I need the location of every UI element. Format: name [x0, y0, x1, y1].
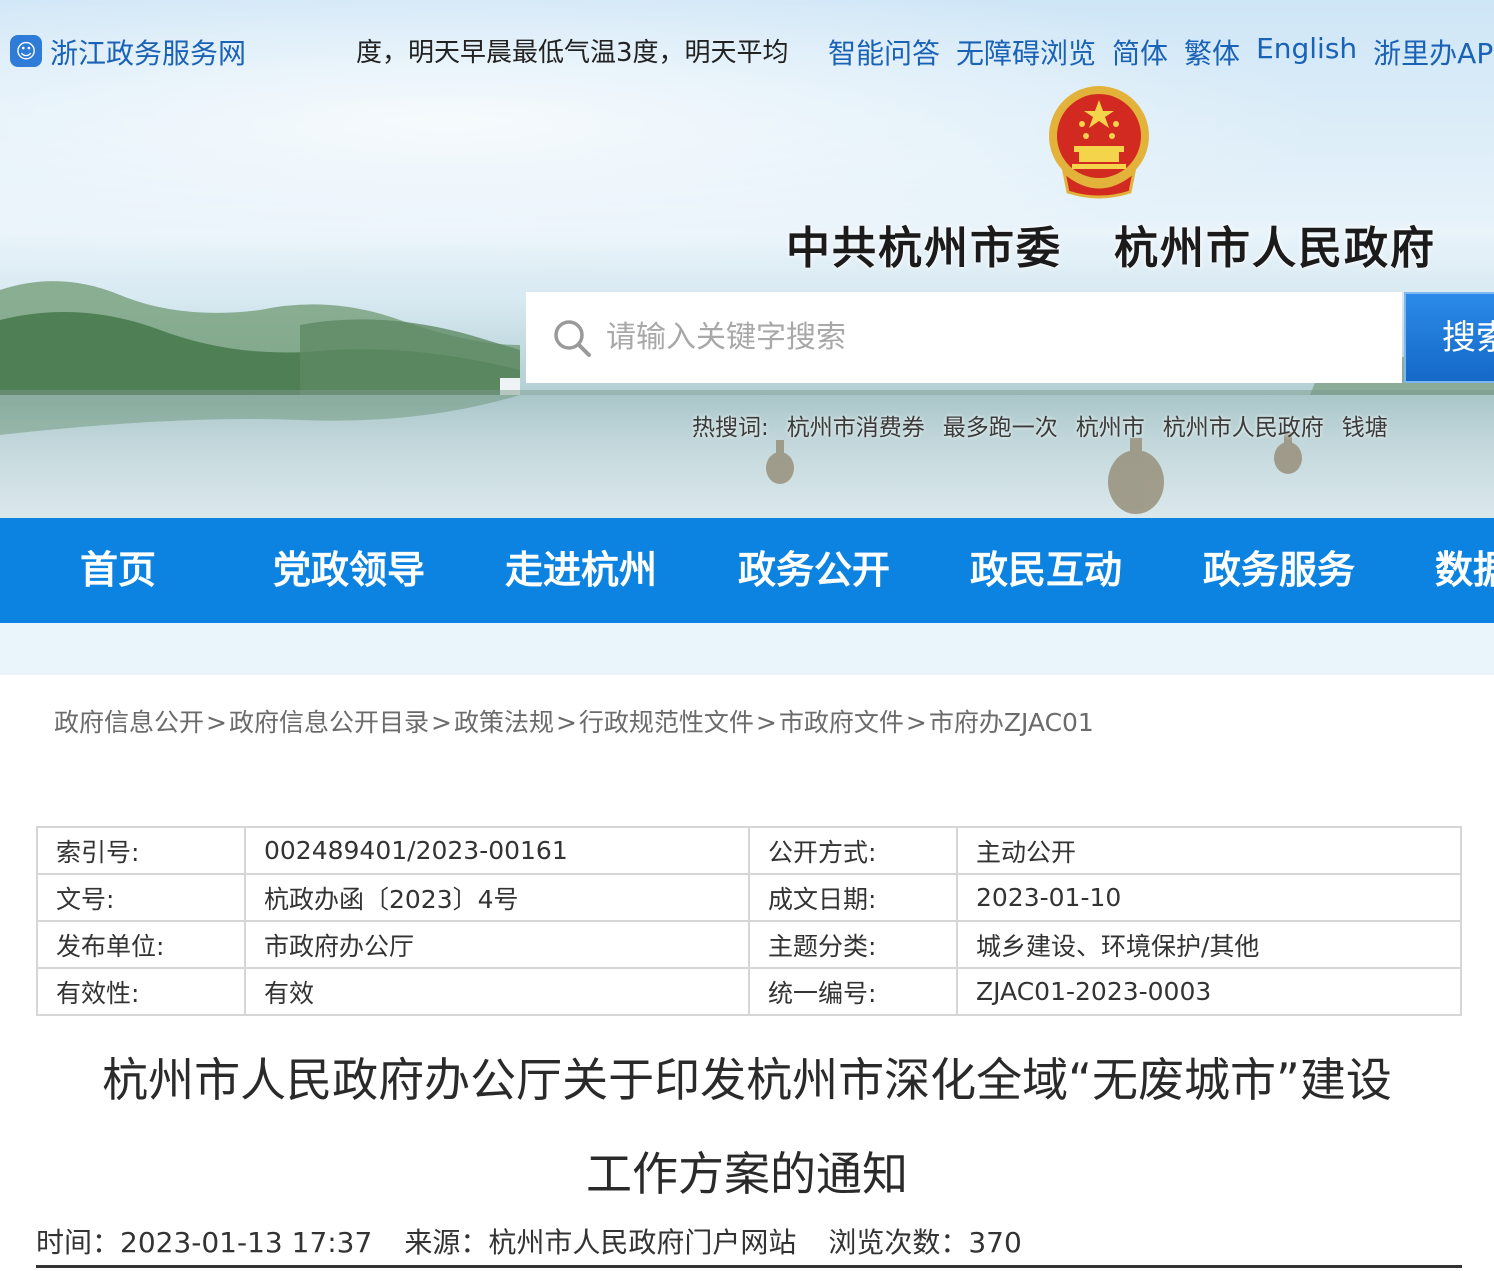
- zhejiang-logo-icon[interactable]: ☺: [10, 35, 42, 67]
- document-title-line: 工作方案的通知: [586, 1147, 908, 1201]
- meta-key: 文号:: [36, 873, 246, 922]
- document-title-line: 杭州市人民政府办公厅关于印发杭州市深化全域“无废城市”建设: [102, 1053, 1392, 1107]
- breadcrumb-item[interactable]: 政府信息公开目录: [229, 708, 429, 737]
- meta-key: 有效性:: [36, 967, 246, 1016]
- search-button[interactable]: 搜索: [1404, 292, 1494, 383]
- meta-value: 城乡建设、环境保护/其他: [956, 920, 1462, 969]
- nav-public-interaction[interactable]: 政民互动: [970, 518, 1122, 623]
- nav-data[interactable]: 数据: [1435, 518, 1494, 623]
- top-bar: ☺ 浙江政务服务网 度，明天早晨最低气温3度，明天平均 智能问答 无障碍浏览 简…: [0, 0, 1494, 100]
- document-source: 来源：杭州市人民政府门户网站: [404, 1226, 797, 1259]
- nav-spacer: [0, 623, 1494, 675]
- nav-about-hangzhou[interactable]: 走进杭州: [505, 518, 657, 623]
- breadcrumb-item[interactable]: 政策法规: [454, 708, 554, 737]
- view-count: 浏览次数：370: [828, 1226, 1022, 1259]
- breadcrumb: 政府信息公开>政府信息公开目录>政策法规>行政规范性文件>市政府文件>市府办ZJ…: [54, 703, 1094, 739]
- breadcrumb-separator: >: [206, 708, 227, 737]
- table-row: 发布单位: 市政府办公厅 主题分类: 城乡建设、环境保护/其他: [36, 920, 1462, 969]
- meta-value: ZJAC01-2023-0003: [956, 967, 1462, 1016]
- breadcrumb-separator: >: [905, 708, 927, 737]
- smart-qa-link[interactable]: 智能问答: [828, 32, 940, 72]
- breadcrumb-separator: >: [555, 708, 577, 737]
- nav-government-services[interactable]: 政务服务: [1203, 518, 1355, 623]
- hot-term-run-once[interactable]: 最多跑一次: [943, 408, 1058, 442]
- meta-value: 有效: [244, 967, 750, 1016]
- article-content: 政府信息公开>政府信息公开目录>政策法规>行政规范性文件>市政府文件>市府办ZJ…: [0, 675, 1494, 1271]
- site-title: 中共杭州市委 杭州市人民政府: [786, 223, 1436, 274]
- meta-key: 统一编号:: [748, 967, 958, 1016]
- breadcrumb-separator: >: [755, 708, 777, 737]
- meta-key: 发布单位:: [36, 920, 246, 969]
- main-nav: 首页 党政领导 走进杭州 政务公开 政民互动 政务服务 数据: [0, 518, 1494, 623]
- hot-search-label: 热搜词:: [692, 415, 769, 441]
- weather-ticker-text: 度，明天早晨最低气温3度，明天平均: [356, 38, 789, 68]
- meta-value: 002489401/2023-00161: [244, 826, 750, 875]
- national-emblem-icon: [1049, 86, 1149, 199]
- table-row: 索引号: 002489401/2023-00161 公开方式: 主动公开: [36, 826, 1462, 875]
- meta-key: 主题分类:: [748, 920, 958, 969]
- document-meta-table: 索引号: 002489401/2023-00161 公开方式: 主动公开 文号:…: [36, 826, 1462, 1016]
- table-row: 有效性: 有效 统一编号: ZJAC01-2023-0003: [36, 967, 1462, 1016]
- breadcrumb-item[interactable]: 市府办ZJAC01: [929, 708, 1094, 737]
- meta-value: 主动公开: [956, 826, 1462, 875]
- nav-home[interactable]: 首页: [80, 518, 156, 623]
- publish-time: 时间：2023-01-13 17:37: [36, 1226, 373, 1259]
- hot-term-qiantang[interactable]: 钱塘: [1342, 408, 1388, 442]
- meta-key: 成文日期:: [748, 873, 958, 922]
- meta-value: 杭政办函〔2023〕4号: [244, 873, 750, 922]
- search-input[interactable]: [606, 307, 1402, 368]
- english-link[interactable]: English: [1256, 32, 1357, 72]
- zheliban-app-link[interactable]: 浙里办APP: [1373, 32, 1494, 72]
- hot-term-city-government[interactable]: 杭州市人民政府: [1163, 408, 1324, 442]
- weather-ticker: 度，明天早晨最低气温3度，明天平均: [356, 32, 816, 72]
- accessibility-link[interactable]: 无障碍浏览: [956, 32, 1096, 72]
- traditional-chinese-link[interactable]: 繁体: [1184, 32, 1240, 72]
- breadcrumb-item[interactable]: 市政府文件: [779, 708, 904, 737]
- document-title: 杭州市人民政府办公厅关于印发杭州市深化全域“无废城市”建设 工作方案的通知: [0, 1033, 1494, 1221]
- nav-government-affairs[interactable]: 政务公开: [738, 518, 890, 623]
- breadcrumb-item[interactable]: 行政规范性文件: [579, 708, 754, 737]
- search-icon: [554, 319, 591, 357]
- search-box: [526, 292, 1402, 383]
- meta-key: 索引号:: [36, 826, 246, 875]
- divider: [36, 1265, 1462, 1268]
- meta-key: 公开方式:: [748, 826, 958, 875]
- meta-value: 2023-01-10: [956, 873, 1462, 922]
- hot-term-hangzhou[interactable]: 杭州市: [1076, 408, 1145, 442]
- zhejiang-site-link[interactable]: 浙江政务服务网: [50, 32, 246, 72]
- document-info: 时间：2023-01-13 17:37 来源：杭州市人民政府门户网站 浏览次数：37…: [36, 1221, 1054, 1261]
- meta-value: 市政府办公厅: [244, 920, 750, 969]
- hot-term-consumption-voucher[interactable]: 杭州市消费券: [787, 408, 925, 442]
- top-links: 智能问答 无障碍浏览 简体 繁体 English 浙里办APP: [828, 32, 1494, 72]
- breadcrumb-item[interactable]: 政府信息公开: [54, 708, 204, 737]
- breadcrumb-separator: >: [430, 708, 452, 737]
- hot-search-terms: 热搜词: 杭州市消费券 最多跑一次 杭州市 杭州市人民政府 钱塘: [692, 408, 1388, 442]
- table-row: 文号: 杭政办函〔2023〕4号 成文日期: 2023-01-10: [36, 873, 1462, 922]
- nav-party-leaders[interactable]: 党政领导: [273, 518, 425, 623]
- simplified-chinese-link[interactable]: 简体: [1112, 32, 1168, 72]
